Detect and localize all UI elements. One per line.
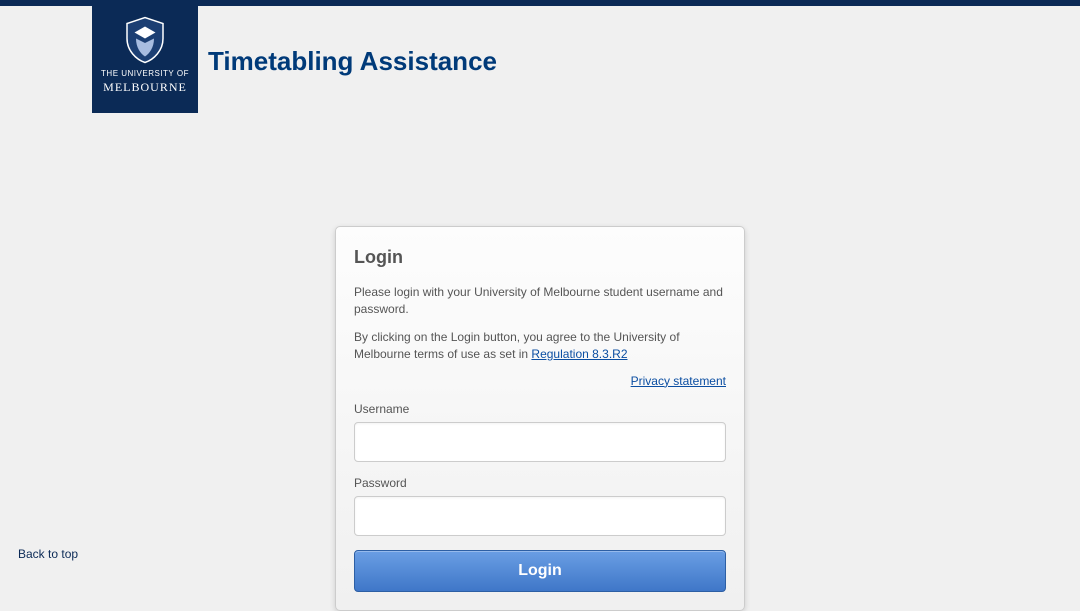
login-heading: Login <box>354 247 726 268</box>
page-title: Timetabling Assistance <box>208 46 497 77</box>
logo-line2: MELBOURNE <box>92 80 198 95</box>
login-button[interactable]: Login <box>354 550 726 592</box>
username-label: Username <box>354 402 726 416</box>
university-logo-block: THE UNIVERSITY OF MELBOURNE <box>92 6 198 113</box>
login-card: Login Please login with your University … <box>335 226 745 611</box>
privacy-row: Privacy statement <box>354 374 726 388</box>
back-to-top-link[interactable]: Back to top <box>18 547 78 561</box>
login-terms: By clicking on the Login button, you agr… <box>354 329 726 364</box>
password-label: Password <box>354 476 726 490</box>
university-crest-icon <box>121 16 169 64</box>
password-input[interactable] <box>354 496 726 536</box>
username-input[interactable] <box>354 422 726 462</box>
regulation-link[interactable]: Regulation 8.3.R2 <box>531 347 627 361</box>
logo-line1: THE UNIVERSITY OF <box>92 70 198 78</box>
login-terms-prefix: By clicking on the Login button, you agr… <box>354 330 680 361</box>
privacy-link[interactable]: Privacy statement <box>631 374 726 388</box>
login-intro: Please login with your University of Mel… <box>354 284 726 319</box>
